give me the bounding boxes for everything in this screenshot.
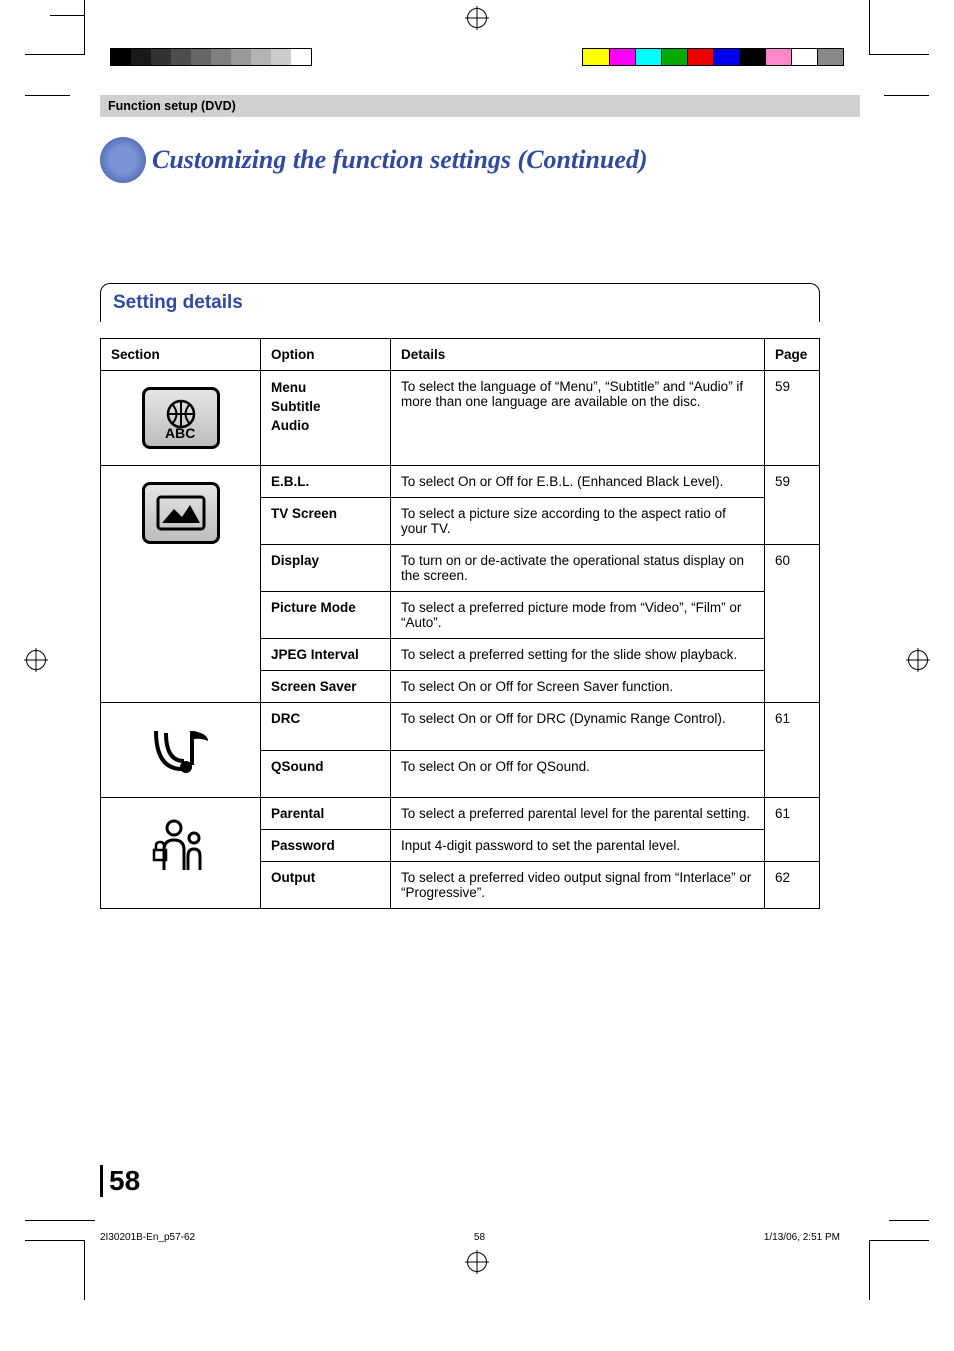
registration-mark-icon bbox=[26, 650, 46, 670]
table-row: ABC Menu Subtitle Audio To select the la… bbox=[101, 371, 820, 466]
crop-corner bbox=[25, 1240, 85, 1300]
page-cell: 59 bbox=[765, 371, 820, 466]
crop-mark bbox=[25, 1220, 95, 1221]
table-row: Parental To select a preferred parental … bbox=[101, 798, 820, 830]
printer-marks bbox=[0, 38, 954, 78]
table-header-row: Section Option Details Page bbox=[101, 339, 820, 371]
details-cell: To select On or Off for DRC (Dynamic Ran… bbox=[391, 703, 765, 751]
page-cell: 59 bbox=[765, 466, 820, 545]
option-cell: Parental bbox=[261, 798, 391, 830]
details-cell: To select a preferred setting for the sl… bbox=[391, 639, 765, 671]
option-cell: QSound bbox=[261, 750, 391, 798]
details-cell: To select On or Off for QSound. bbox=[391, 750, 765, 798]
page-cell: 62 bbox=[765, 862, 820, 909]
details-cell: To turn on or de-activate the operationa… bbox=[391, 545, 765, 592]
crop-mark bbox=[889, 1220, 929, 1221]
details-cell: To select the language of “Menu”, “Subti… bbox=[391, 371, 765, 466]
option-cell: Output bbox=[261, 862, 391, 909]
settings-table: Section Option Details Page ABC bbox=[100, 338, 820, 909]
option-cell: Menu Subtitle Audio bbox=[261, 371, 391, 466]
details-cell: Input 4-digit password to set the parent… bbox=[391, 830, 765, 862]
section-icon-cell: ABC bbox=[101, 371, 261, 466]
crop-corner bbox=[869, 1240, 929, 1300]
details-cell: To select a preferred video output signa… bbox=[391, 862, 765, 909]
option-cell: E.B.L. bbox=[261, 466, 391, 498]
header-section: Section bbox=[101, 339, 261, 371]
page-cell: 61 bbox=[765, 703, 820, 798]
registration-mark-icon bbox=[467, 1252, 487, 1272]
setting-details-heading: Setting details bbox=[100, 283, 820, 322]
option-cell: Screen Saver bbox=[261, 671, 391, 703]
header-page: Page bbox=[765, 339, 820, 371]
section-icon-cell bbox=[101, 466, 261, 703]
parental-icon bbox=[142, 814, 220, 876]
audio-icon bbox=[142, 719, 220, 781]
footer-timestamp: 1/13/06, 2:51 PM bbox=[764, 1232, 840, 1243]
crop-corner bbox=[869, 0, 929, 55]
details-cell: To select On or Off for E.B.L. (Enhanced… bbox=[391, 466, 765, 498]
footer: 2I30201B-En_p57-62 58 1/13/06, 2:51 PM bbox=[100, 1232, 840, 1243]
picture-icon bbox=[142, 482, 220, 544]
crop-corner bbox=[25, 0, 85, 55]
details-cell: To select a preferred parental level for… bbox=[391, 798, 765, 830]
crop-mark bbox=[884, 95, 929, 96]
footer-sheet: 58 bbox=[474, 1232, 485, 1243]
setting-details-label: Setting details bbox=[113, 292, 243, 313]
grayscale-bar bbox=[110, 48, 312, 66]
page-number: 58 bbox=[100, 1165, 140, 1197]
page-content: Function setup (DVD) Customizing the fun… bbox=[100, 95, 860, 909]
registration-mark-icon bbox=[467, 8, 487, 28]
option-cell: JPEG Interval bbox=[261, 639, 391, 671]
header-details: Details bbox=[391, 339, 765, 371]
section-band: Function setup (DVD) bbox=[100, 95, 860, 117]
section-icon-cell bbox=[101, 798, 261, 909]
page-cell: 60 bbox=[765, 545, 820, 703]
crop-mark bbox=[25, 95, 70, 96]
details-cell: To select On or Off for Screen Saver fun… bbox=[391, 671, 765, 703]
registration-mark-icon bbox=[908, 650, 928, 670]
details-cell: To select a preferred picture mode from … bbox=[391, 592, 765, 639]
page-cell: 61 bbox=[765, 798, 820, 862]
language-icon: ABC bbox=[142, 387, 220, 449]
globe-icon bbox=[100, 137, 146, 183]
page-title-row: Customizing the function settings (Conti… bbox=[100, 137, 860, 183]
page-title: Customizing the function settings (Conti… bbox=[152, 145, 648, 175]
option-text: Audio bbox=[271, 417, 380, 436]
table-row: DRC To select On or Off for DRC (Dynamic… bbox=[101, 703, 820, 751]
svg-text:ABC: ABC bbox=[165, 425, 195, 440]
header-option: Option bbox=[261, 339, 391, 371]
color-bar bbox=[582, 48, 844, 66]
option-cell: Password bbox=[261, 830, 391, 862]
details-cell: To select a picture size according to th… bbox=[391, 498, 765, 545]
footer-doc-id: 2I30201B-En_p57-62 bbox=[100, 1232, 195, 1243]
option-cell: TV Screen bbox=[261, 498, 391, 545]
section-icon-cell bbox=[101, 703, 261, 798]
option-text: Subtitle bbox=[271, 398, 380, 417]
option-cell: DRC bbox=[261, 703, 391, 751]
option-cell: Display bbox=[261, 545, 391, 592]
option-text: Menu bbox=[271, 379, 380, 398]
option-cell: Picture Mode bbox=[261, 592, 391, 639]
table-row: E.B.L. To select On or Off for E.B.L. (E… bbox=[101, 466, 820, 498]
